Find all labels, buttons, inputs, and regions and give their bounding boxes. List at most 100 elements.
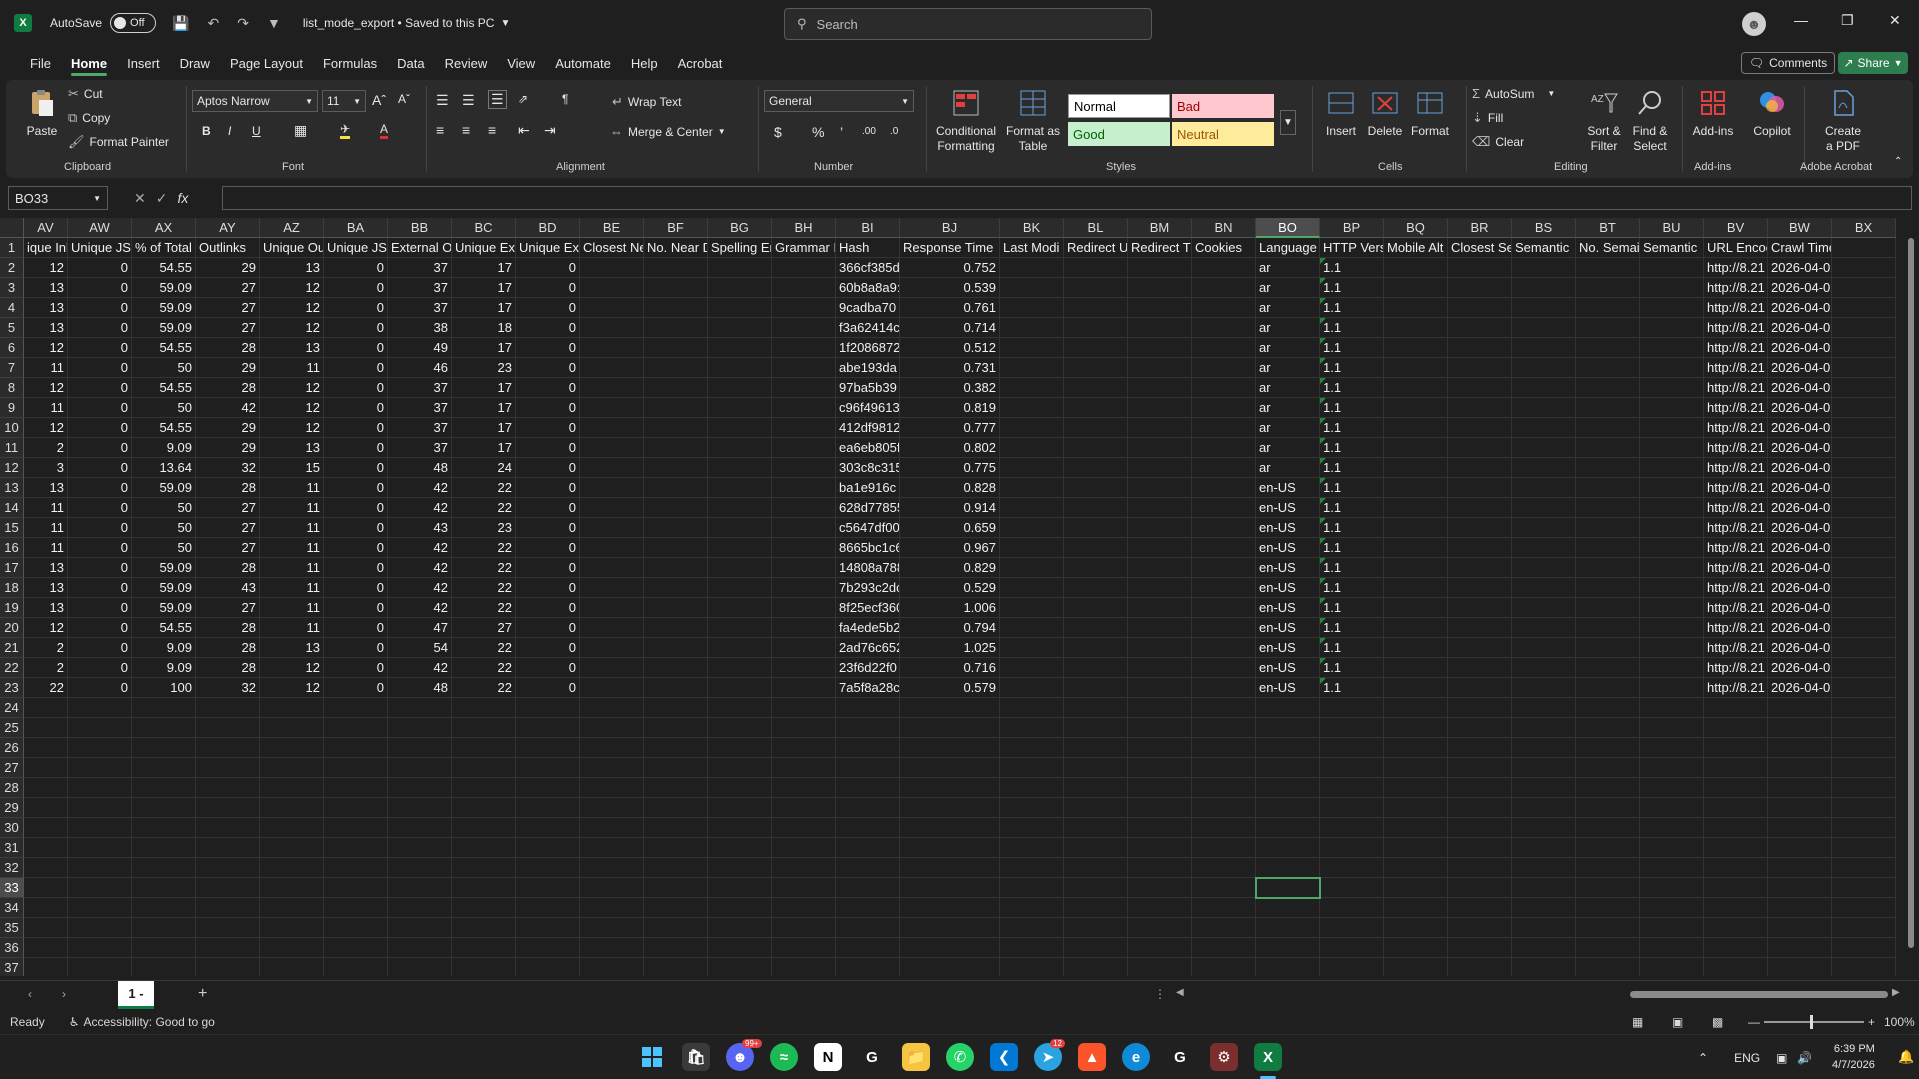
cell[interactable]: 0 xyxy=(68,458,132,478)
cell[interactable] xyxy=(1512,638,1576,658)
cell[interactable] xyxy=(1128,498,1192,518)
cell[interactable] xyxy=(260,698,324,718)
cell[interactable] xyxy=(1064,378,1128,398)
cell[interactable] xyxy=(1128,398,1192,418)
cell[interactable]: 38 xyxy=(388,318,452,338)
cell[interactable]: 2026-04-02 11:27:05 xyxy=(1768,358,1832,378)
row-header[interactable]: 34 xyxy=(0,898,24,918)
cell[interactable] xyxy=(644,798,708,818)
cell[interactable] xyxy=(772,518,836,538)
cell[interactable]: 47 xyxy=(388,618,452,638)
cell[interactable]: 0 xyxy=(68,298,132,318)
cell[interactable]: 1.1 xyxy=(1320,578,1384,598)
cell[interactable]: 1.1 xyxy=(1320,418,1384,438)
cell[interactable] xyxy=(1448,438,1512,458)
cell[interactable] xyxy=(1256,898,1320,918)
cell[interactable] xyxy=(1576,278,1640,298)
cell[interactable] xyxy=(1640,338,1704,358)
cell[interactable]: 0 xyxy=(516,278,580,298)
cell[interactable] xyxy=(196,958,260,976)
cell[interactable] xyxy=(1640,798,1704,818)
cell[interactable] xyxy=(1192,518,1256,538)
cell[interactable] xyxy=(24,758,68,778)
cell[interactable]: 9cadba70 xyxy=(836,298,900,318)
cell[interactable]: 0 xyxy=(68,338,132,358)
cell[interactable] xyxy=(1512,678,1576,698)
cell[interactable] xyxy=(1640,658,1704,678)
header-cell[interactable]: Grammar E xyxy=(772,238,836,258)
cell[interactable] xyxy=(708,258,772,278)
cell[interactable] xyxy=(1512,838,1576,858)
cell[interactable]: 1.1 xyxy=(1320,378,1384,398)
sort-filter-button[interactable]: AZ Sort & Filter xyxy=(1582,88,1626,154)
cell[interactable] xyxy=(708,858,772,878)
cell[interactable]: en-US xyxy=(1256,578,1320,598)
cell[interactable]: 7b293c2dc xyxy=(836,578,900,598)
cell[interactable] xyxy=(24,698,68,718)
cell[interactable] xyxy=(836,718,900,738)
cell[interactable] xyxy=(580,618,644,638)
cell[interactable]: 0 xyxy=(516,258,580,278)
cell[interactable]: 0 xyxy=(324,338,388,358)
row-header[interactable]: 17 xyxy=(0,558,24,578)
insert-function-icon[interactable]: fx xyxy=(177,190,188,206)
cell[interactable] xyxy=(452,858,516,878)
cell[interactable] xyxy=(1000,578,1064,598)
cell[interactable] xyxy=(68,718,132,738)
cell[interactable]: 13 xyxy=(260,258,324,278)
cell[interactable] xyxy=(1448,498,1512,518)
cell[interactable] xyxy=(1128,858,1192,878)
cell[interactable] xyxy=(1128,678,1192,698)
cell[interactable] xyxy=(1512,318,1576,338)
cell[interactable] xyxy=(1512,258,1576,278)
cell[interactable] xyxy=(1000,798,1064,818)
cell[interactable] xyxy=(1640,618,1704,638)
clock[interactable]: 6:39 PM 4/7/2026 xyxy=(1832,1041,1875,1073)
cell[interactable]: 2026-04-02 11:27:07 xyxy=(1768,658,1832,678)
cell[interactable] xyxy=(708,898,772,918)
tab-review[interactable]: Review xyxy=(435,50,498,76)
cell[interactable] xyxy=(516,958,580,976)
cell[interactable]: 37 xyxy=(388,278,452,298)
cell[interactable] xyxy=(516,778,580,798)
cell[interactable]: 0 xyxy=(68,438,132,458)
cell[interactable] xyxy=(644,378,708,398)
cell[interactable]: 22 xyxy=(452,598,516,618)
align-bottom-icon[interactable]: ☰ xyxy=(488,90,507,109)
column-header-bg[interactable]: BG xyxy=(708,218,772,238)
cell[interactable] xyxy=(324,778,388,798)
cell[interactable]: 0 xyxy=(68,538,132,558)
cell[interactable] xyxy=(900,918,1000,938)
cell[interactable] xyxy=(1512,538,1576,558)
column-header-bp[interactable]: BP xyxy=(1320,218,1384,238)
cell[interactable]: http://8.21 xyxy=(1704,378,1768,398)
cell[interactable] xyxy=(644,898,708,918)
cell[interactable]: 43 xyxy=(388,518,452,538)
app-g-icon[interactable]: G xyxy=(858,1043,886,1071)
cell[interactable] xyxy=(324,698,388,718)
cell[interactable]: 0 xyxy=(324,578,388,598)
cell[interactable] xyxy=(644,318,708,338)
cell[interactable] xyxy=(196,918,260,938)
select-all-corner[interactable] xyxy=(0,218,24,238)
volume-icon[interactable]: 🔊 xyxy=(1797,1051,1812,1065)
cell[interactable]: 0 xyxy=(324,298,388,318)
cell[interactable]: 0 xyxy=(516,458,580,478)
column-header-ay[interactable]: AY xyxy=(196,218,260,238)
cell[interactable] xyxy=(1128,878,1192,898)
cell[interactable] xyxy=(1192,838,1256,858)
cell[interactable]: 12 xyxy=(260,378,324,398)
cell[interactable] xyxy=(68,758,132,778)
cell[interactable] xyxy=(1064,398,1128,418)
cell[interactable] xyxy=(1000,818,1064,838)
normal-view-icon[interactable]: ▦ xyxy=(1632,1015,1643,1029)
cell[interactable] xyxy=(644,638,708,658)
cell[interactable] xyxy=(1448,258,1512,278)
cell[interactable] xyxy=(708,498,772,518)
cell[interactable]: 0.659 xyxy=(900,518,1000,538)
cell[interactable]: 13 xyxy=(24,558,68,578)
cell[interactable] xyxy=(1640,258,1704,278)
header-cell[interactable]: URL Encoc xyxy=(1704,238,1768,258)
cell[interactable] xyxy=(1064,558,1128,578)
column-header-av[interactable]: AV xyxy=(24,218,68,238)
